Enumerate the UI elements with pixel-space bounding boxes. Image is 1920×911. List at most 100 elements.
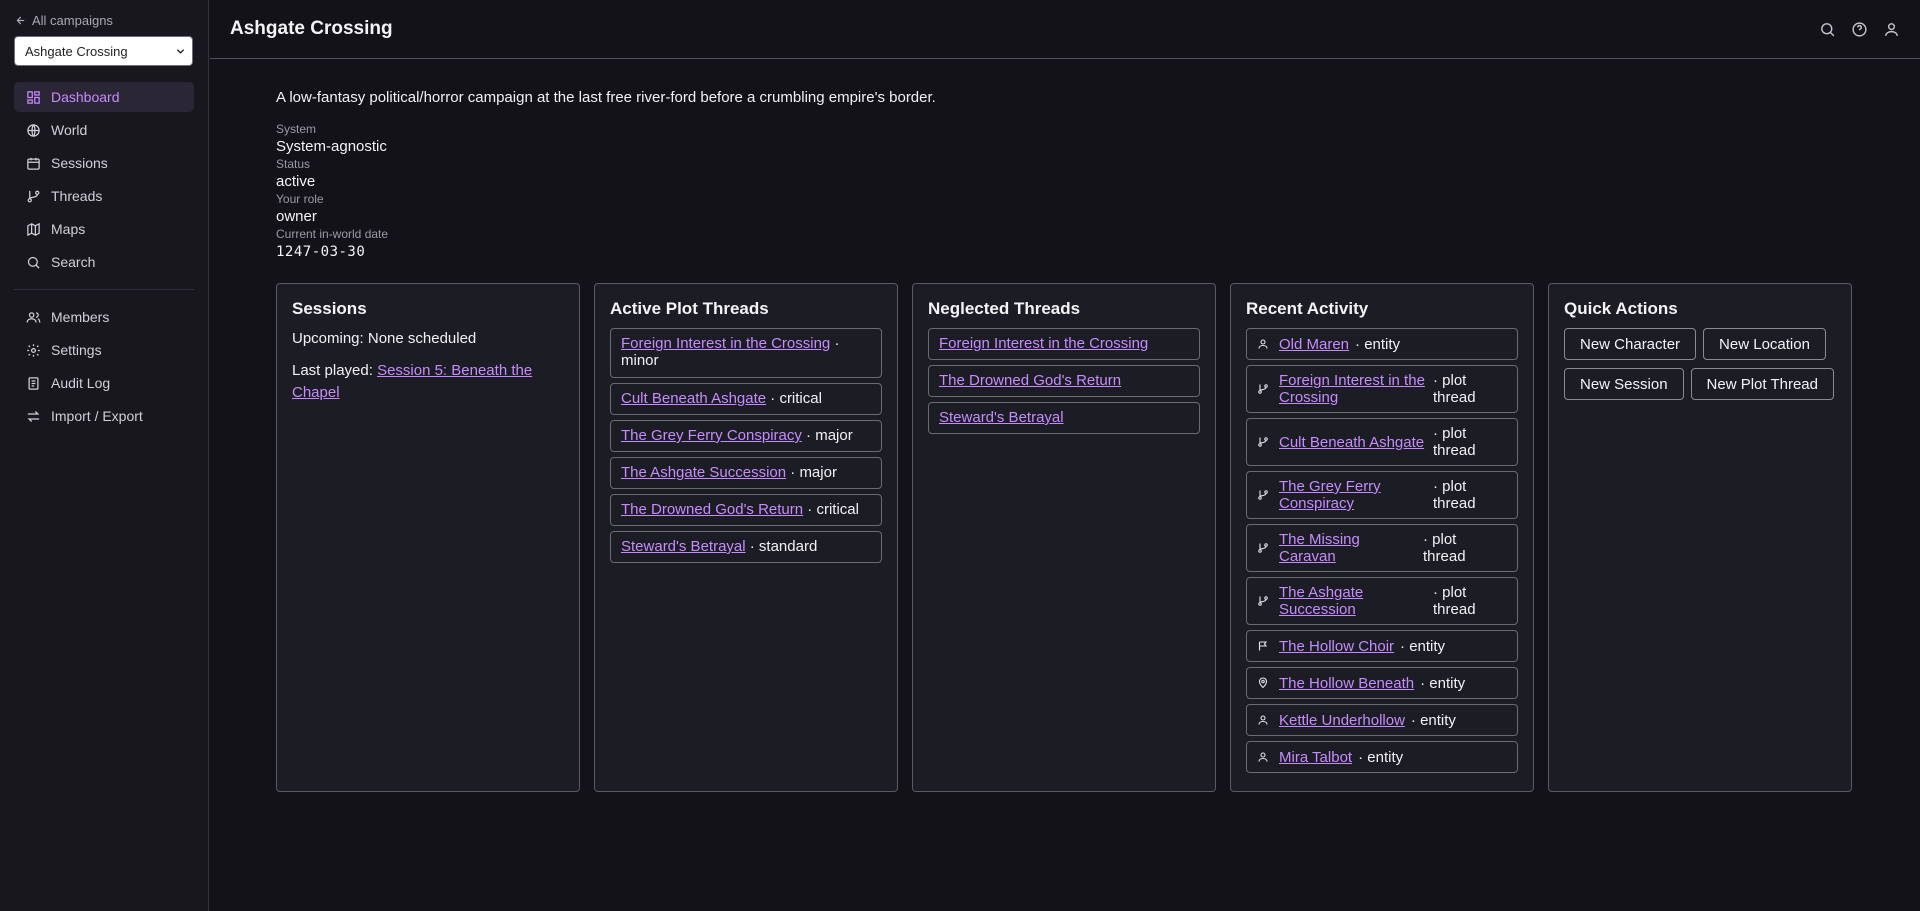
list-item: Cult Beneath Ashgate · critical xyxy=(610,383,882,415)
nav-item-label: Audit Log xyxy=(51,375,111,391)
thread-link[interactable]: Steward's Betrayal xyxy=(621,538,746,555)
activity-item: The Hollow Choir · entity xyxy=(1246,630,1518,662)
activity-type: · plot thread xyxy=(1423,531,1466,565)
new-plot-thread-button[interactable]: New Plot Thread xyxy=(1690,368,1834,400)
activity-item: The Ashgate Succession · plot thread xyxy=(1246,577,1518,625)
page-title: Ashgate Crossing xyxy=(230,18,393,39)
thread-priority: · critical xyxy=(766,390,822,407)
dashboard-icon xyxy=(26,90,41,105)
primary-nav: Dashboard World Sessions Threads Maps Se… xyxy=(14,82,194,431)
thread-priority: · critical xyxy=(803,501,859,518)
activity-link[interactable]: Mira Talbot xyxy=(1279,749,1352,766)
campaign-description: A low-fantasy political/horror campaign … xyxy=(276,89,936,106)
chevron-down-icon xyxy=(175,46,186,57)
log-icon xyxy=(26,376,41,391)
activity-link[interactable]: The Missing Caravan xyxy=(1279,531,1419,565)
thread-link[interactable]: The Drowned God's Return xyxy=(621,501,803,518)
git-branch-icon xyxy=(26,189,41,204)
search-icon[interactable] xyxy=(1819,21,1836,38)
activity-link[interactable]: The Hollow Choir xyxy=(1279,638,1394,655)
activity-type: · entity xyxy=(1410,711,1456,729)
meta-label-system: System xyxy=(276,122,317,136)
nav-item-label: Members xyxy=(51,309,110,325)
upcoming-session: Upcoming: None scheduled xyxy=(292,330,477,347)
nav-item-members[interactable]: Members xyxy=(14,302,194,332)
nav-item-dashboard[interactable]: Dashboard xyxy=(14,82,194,112)
list-item: Foreign Interest in the Crossing · minor xyxy=(610,328,882,378)
activity-link[interactable]: Old Maren xyxy=(1279,336,1349,353)
user-icon[interactable] xyxy=(1883,21,1900,38)
activity-item: Old Maren · entity xyxy=(1246,328,1518,360)
thread-link[interactable]: Steward's Betrayal xyxy=(939,409,1064,426)
activity-type: · entity xyxy=(1355,335,1401,353)
activity-link[interactable]: The Ashgate Succession xyxy=(1279,584,1429,618)
card-title: Neglected Threads xyxy=(928,299,1081,318)
new-session-button[interactable]: New Session xyxy=(1564,368,1684,400)
nav-item-sessions[interactable]: Sessions xyxy=(14,148,194,178)
nav-item-maps[interactable]: Maps xyxy=(14,214,194,244)
sidebar: All campaigns Ashgate Crossing Dashboard… xyxy=(0,0,209,911)
nav-item-audit-log[interactable]: Audit Log xyxy=(14,368,194,398)
meta-label-role: Your role xyxy=(276,192,324,206)
nav-item-settings[interactable]: Settings xyxy=(14,335,194,365)
meta-label-status: Status xyxy=(276,157,311,171)
thread-link[interactable]: Foreign Interest in the Crossing xyxy=(621,335,830,352)
activity-item: Foreign Interest in the Crossing · plot t… xyxy=(1246,365,1518,413)
thread-link[interactable]: The Ashgate Succession xyxy=(621,464,786,481)
card-title: Active Plot Threads xyxy=(610,299,769,318)
thread-priority: · standard xyxy=(745,538,818,555)
header-actions xyxy=(1819,21,1900,38)
activity-type: · entity xyxy=(1420,674,1466,692)
campaign-select[interactable]: Ashgate Crossing xyxy=(14,36,193,66)
activity-type: · plot thread xyxy=(1433,425,1476,459)
nav-item-label: Threads xyxy=(51,188,103,204)
thread-link[interactable]: The Drowned God's Return xyxy=(939,372,1121,389)
nav-item-label: World xyxy=(51,122,88,138)
thread-link[interactable]: Foreign Interest in the Crossing xyxy=(939,335,1148,352)
list-item: The Grey Ferry Conspiracy · major xyxy=(610,420,882,452)
activity-item: The Grey Ferry Conspiracy · plot thread xyxy=(1246,471,1518,519)
nav-item-search[interactable]: Search xyxy=(14,247,194,277)
activity-type: · entity xyxy=(1400,637,1446,655)
nav-item-label: Sessions xyxy=(51,155,108,171)
users-icon xyxy=(26,310,41,325)
nav-item-import-export[interactable]: Import / Export xyxy=(14,401,194,431)
help-icon[interactable] xyxy=(1851,21,1868,38)
git-branch-icon xyxy=(1257,542,1269,554)
card-title: Recent Activity xyxy=(1246,299,1369,318)
card-title: Sessions xyxy=(292,299,367,318)
meta-label-date: Current in-world date xyxy=(276,227,389,241)
meta-value-system: System-agnostic xyxy=(276,138,387,155)
thread-link[interactable]: The Grey Ferry Conspiracy xyxy=(621,427,802,444)
activity-link[interactable]: Foreign Interest in the Crossing xyxy=(1279,372,1429,406)
search-icon xyxy=(26,255,41,270)
person-icon xyxy=(1257,338,1269,350)
nav-item-label: Maps xyxy=(51,221,86,237)
neglected-threads-card: Neglected Threads Foreign Interest in th… xyxy=(912,283,1216,792)
active-threads-card: Active Plot Threads Foreign Interest in … xyxy=(594,283,898,792)
new-character-button[interactable]: New Character xyxy=(1564,328,1697,360)
sessions-card: Sessions Upcoming: None scheduled Last p… xyxy=(276,283,580,792)
activity-item: The Missing Caravan · plot thread xyxy=(1246,524,1518,572)
activity-item: Kettle Underhollow · entity xyxy=(1246,704,1518,736)
thread-link[interactable]: Cult Beneath Ashgate xyxy=(621,390,766,407)
git-branch-icon xyxy=(1257,595,1269,607)
activity-link[interactable]: The Grey Ferry Conspiracy xyxy=(1279,478,1429,512)
activity-link[interactable]: Kettle Underhollow xyxy=(1279,712,1405,729)
activity-link[interactable]: The Hollow Beneath xyxy=(1279,675,1414,692)
nav-item-label: Settings xyxy=(51,342,102,358)
nav-item-world[interactable]: World xyxy=(14,115,194,145)
arrows-icon xyxy=(26,409,41,424)
campaign-select-value: Ashgate Crossing xyxy=(25,43,128,59)
header-bar: Ashgate Crossing xyxy=(210,0,1920,59)
activity-link[interactable]: Cult Beneath Ashgate xyxy=(1279,434,1429,451)
quick-actions-card: Quick Actions New Character New Location… xyxy=(1548,283,1852,792)
list-item: Steward's Betrayal xyxy=(928,402,1200,434)
new-location-button[interactable]: New Location xyxy=(1703,328,1826,360)
back-link-label: All campaigns xyxy=(32,12,113,28)
git-branch-icon xyxy=(1257,383,1269,395)
list-item: The Drowned God's Return · critical xyxy=(610,494,882,526)
nav-item-threads[interactable]: Threads xyxy=(14,181,194,211)
back-to-campaigns-link[interactable]: All campaigns xyxy=(15,12,194,28)
list-item: Foreign Interest in the Crossing xyxy=(928,328,1200,360)
